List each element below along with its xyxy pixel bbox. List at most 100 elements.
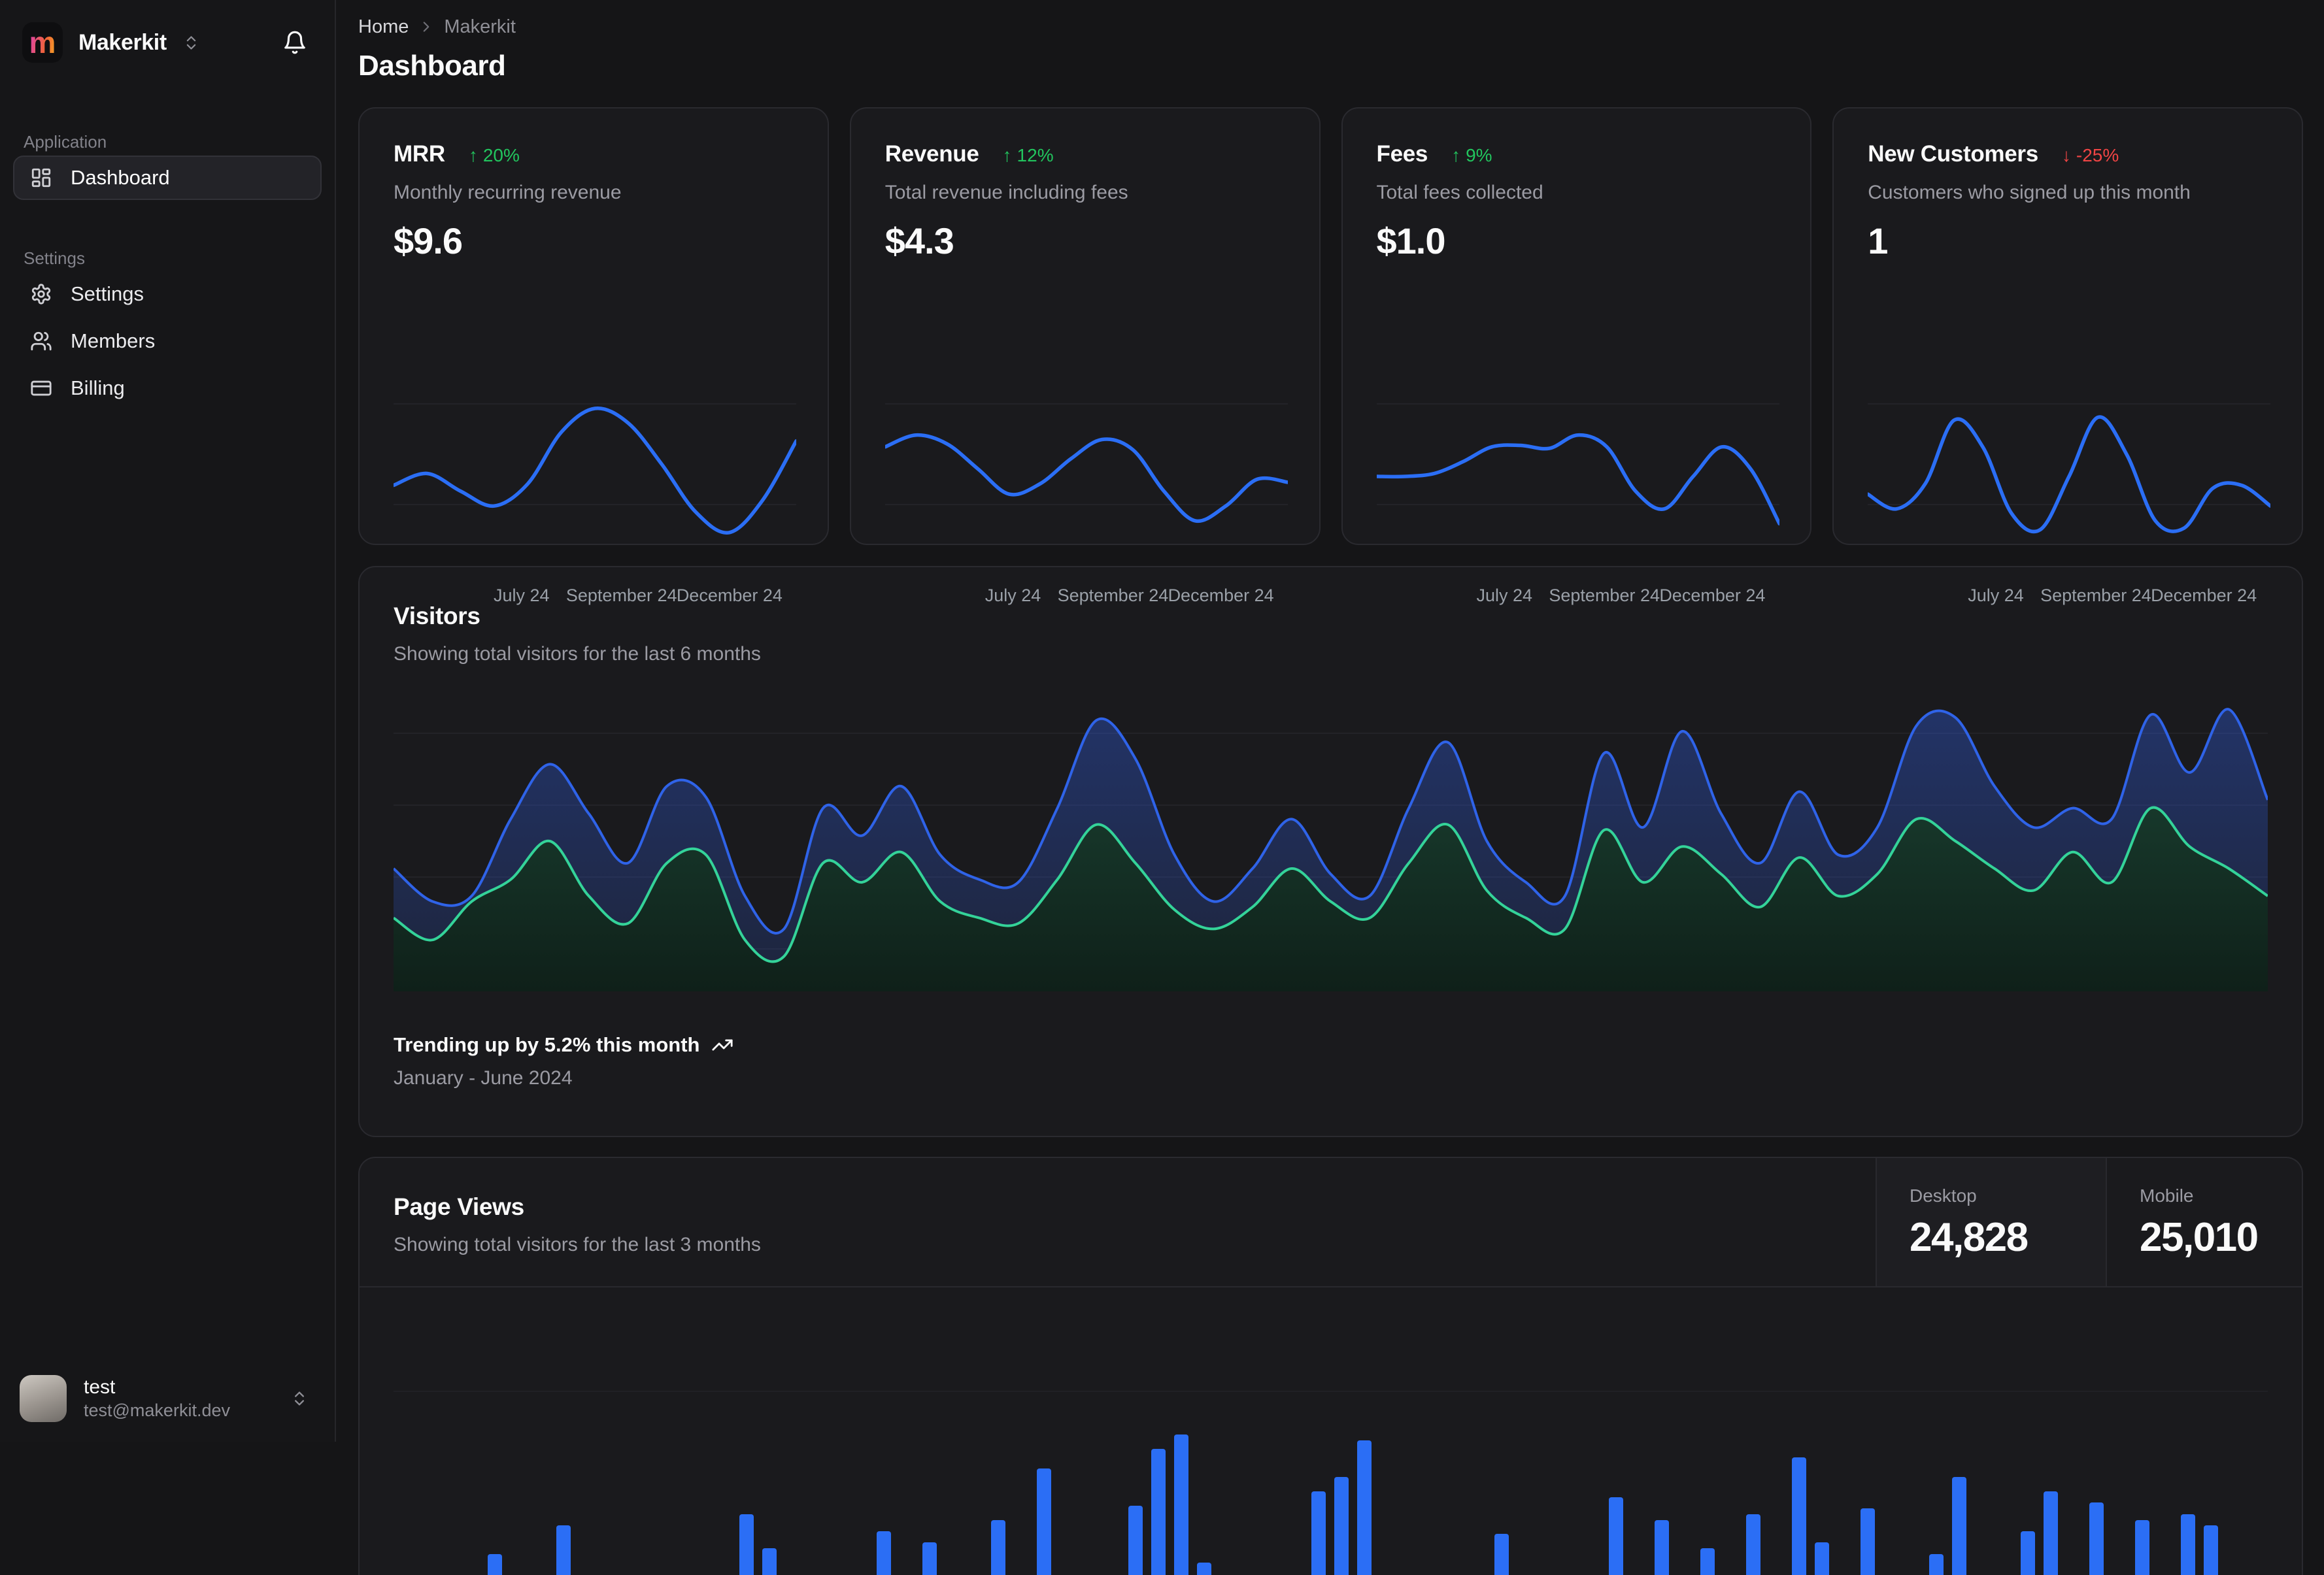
visitors-card: Visitors Showing total visitors for the … [358,566,2303,1137]
bar [1861,1508,1875,1575]
visitors-subtitle: Showing total visitors for the last 6 mo… [394,643,2268,665]
sidebar-item-label: Members [71,329,155,353]
bar [1609,1497,1623,1575]
bar [1311,1491,1326,1575]
gear-icon [30,283,52,305]
stat-card-new-customers: New Customers ↓-25% Customers who signed… [1832,107,2303,545]
trending-up-icon [711,1034,733,1056]
toggle-label: Mobile [2140,1185,2302,1206]
gridline [394,1391,2268,1392]
trend-badge: ↑20% [469,145,520,166]
arrow-down-icon: ↓ [2062,145,2071,166]
workspace-selector[interactable]: m Makerkit [22,22,200,63]
bar [877,1531,891,1575]
layout-dashboard-icon [30,167,52,189]
page-views-bar-chart [394,1287,2268,1575]
sparkline-axis: July 24 September 24 December 24 [394,586,794,608]
trend-badge: ↑9% [1451,145,1492,166]
page-views-subtitle: Showing total visitors for the last 3 mo… [394,1234,1842,1256]
breadcrumb-current: Makerkit [444,16,516,38]
sparkline-chart [885,395,1285,558]
stat-title: New Customers [1868,141,2038,167]
bar [2044,1491,2058,1575]
axis-tick: July 24 [1968,586,2024,606]
section-label-settings: Settings [24,248,311,269]
axis-tick: December 24 [677,586,783,606]
bar [2021,1531,2035,1575]
arrow-up-icon: ↑ [1451,145,1460,166]
toggle-mobile[interactable]: Mobile 25,010 [2106,1158,2302,1286]
bar [2204,1525,2218,1575]
account-menu-trigger[interactable]: test test@makerkit.dev [0,1357,335,1442]
sidebar-item-billing[interactable]: Billing [13,366,322,410]
credit-card-icon [30,377,52,399]
bar [1128,1506,1143,1575]
sidebar-item-label: Dashboard [71,166,170,190]
axis-tick: December 24 [2151,586,2257,606]
axis-tick: December 24 [1168,586,1274,606]
stat-value: 1 [1868,220,2268,262]
axis-tick: September 24 [2040,586,2151,606]
stat-card-mrr: MRR ↑20% Monthly recurring revenue $9.6 … [358,107,829,545]
trend-badge: ↑12% [1003,145,1054,166]
arrow-up-icon: ↑ [1003,145,1012,166]
sidebar-item-dashboard[interactable]: Dashboard [13,156,322,200]
sidebar: m Makerkit Application Dashboard Setting… [0,0,336,1442]
bar [1929,1554,1944,1575]
sidebar-item-members[interactable]: Members [13,319,322,363]
axis-tick: September 24 [1058,586,1169,606]
page-views-card: Page Views Showing total visitors for th… [358,1157,2303,1575]
notifications-button[interactable] [282,30,307,55]
toggle-value: 25,010 [2140,1214,2302,1261]
bar [2181,1514,2195,1575]
stat-value: $9.6 [394,220,794,262]
stat-title: MRR [394,141,445,167]
stat-card-revenue: Revenue ↑12% Total revenue including fee… [850,107,1321,545]
chevron-right-icon [418,18,435,35]
stat-cards-row: MRR ↑20% Monthly recurring revenue $9.6 … [358,107,2303,545]
sidebar-item-settings[interactable]: Settings [13,272,322,316]
bar [1792,1457,1806,1575]
axis-tick: July 24 [985,586,1041,606]
sidebar-item-label: Billing [71,376,125,400]
visitors-trend-text: Trending up by 5.2% this month [394,1033,699,1057]
bar [1037,1468,1051,1575]
bar [1952,1477,1966,1575]
axis-tick: July 24 [494,586,550,606]
bar [556,1525,571,1575]
bar [922,1542,937,1575]
section-label-application: Application [24,132,311,153]
bar [739,1514,754,1575]
page-views-title: Page Views [394,1193,1842,1221]
toggle-desktop[interactable]: Desktop 24,828 [1876,1158,2106,1286]
chevrons-up-down-icon [290,1389,309,1408]
stat-title: Revenue [885,141,979,167]
bar [1815,1542,1829,1575]
users-icon [30,330,52,352]
sidebar-item-label: Settings [71,282,144,306]
axis-tick: July 24 [1476,586,1532,606]
axis-tick: September 24 [566,586,677,606]
bar [1151,1449,1166,1575]
bar [1334,1477,1349,1575]
sparkline-chart [394,395,794,558]
stat-title: Fees [1377,141,1428,167]
stat-value: $4.3 [885,220,1285,262]
bar [2135,1520,2149,1575]
user-name: test [84,1375,230,1400]
bar [488,1554,502,1575]
arrow-up-icon: ↑ [469,145,478,166]
visitors-area-chart [394,694,2268,991]
sparkline-chart [1377,395,1777,558]
stat-subtitle: Monthly recurring revenue [394,182,794,204]
axis-tick: December 24 [1659,586,1765,606]
bar [1494,1534,1509,1575]
sparkline-axis: July 24 September 24 December 24 [1377,586,1777,608]
breadcrumb-home-link[interactable]: Home [358,16,409,38]
sparkline-chart [1868,395,2268,558]
bar [1655,1520,1669,1575]
axis-tick: September 24 [1549,586,1660,606]
main-content: Home Makerkit Dashboard MRR ↑20% Monthly… [336,0,2324,1442]
page-title: Dashboard [358,50,2303,82]
stat-subtitle: Customers who signed up this month [1868,182,2268,204]
